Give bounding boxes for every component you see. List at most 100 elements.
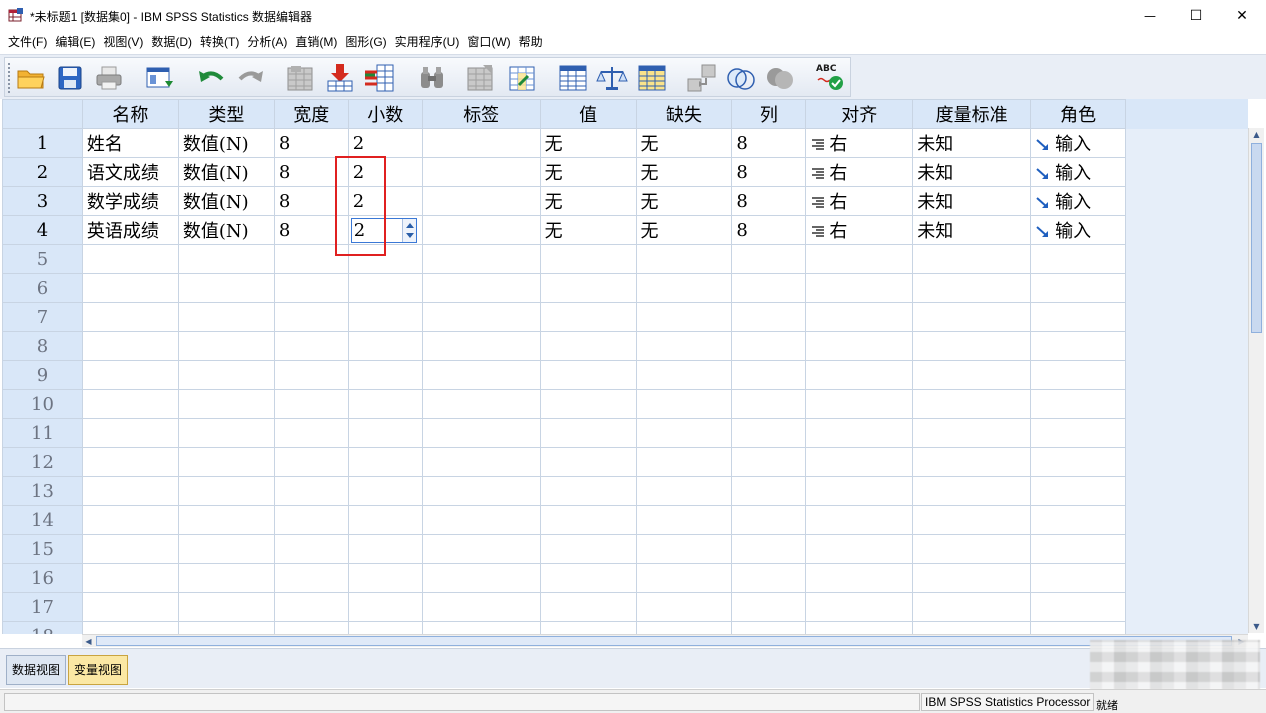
menu-edit[interactable]: 编辑(E) xyxy=(51,31,99,54)
cell-label[interactable] xyxy=(421,186,541,216)
empty-cell[interactable] xyxy=(635,621,733,634)
cell-width[interactable]: 8 xyxy=(273,157,349,187)
empty-cell[interactable] xyxy=(273,476,349,506)
cell-name[interactable]: 姓名 xyxy=(81,128,179,158)
empty-cell[interactable] xyxy=(421,592,541,622)
empty-cell[interactable] xyxy=(805,592,914,622)
empty-cell[interactable] xyxy=(731,418,807,448)
empty-cell[interactable] xyxy=(912,621,1032,634)
cell-label[interactable] xyxy=(421,128,541,158)
cell-measure[interactable]: 未知 xyxy=(912,186,1032,216)
empty-cell[interactable] xyxy=(421,360,541,390)
cell-missing[interactable]: 无 xyxy=(635,157,733,187)
empty-cell[interactable] xyxy=(539,476,637,506)
empty-cell[interactable] xyxy=(421,563,541,593)
split-file-button[interactable] xyxy=(556,62,590,94)
row-number[interactable]: 17 xyxy=(2,592,83,622)
empty-cell[interactable] xyxy=(177,244,275,274)
empty-cell[interactable] xyxy=(912,534,1032,564)
scroll-left-icon[interactable]: ◀ xyxy=(82,635,95,648)
undo-button[interactable] xyxy=(195,62,229,94)
empty-cell[interactable] xyxy=(347,534,423,564)
empty-cell[interactable] xyxy=(347,360,423,390)
empty-cell[interactable] xyxy=(177,273,275,303)
cell-decimals[interactable]: 2 xyxy=(347,215,423,245)
empty-cell[interactable] xyxy=(177,331,275,361)
menu-window[interactable]: 窗口(W) xyxy=(463,31,514,54)
spin-down-icon[interactable] xyxy=(404,231,416,241)
row-number[interactable]: 16 xyxy=(2,563,83,593)
empty-cell[interactable] xyxy=(177,389,275,419)
minimize-button[interactable]: — xyxy=(1127,0,1173,31)
cell-name[interactable]: 语文成绩 xyxy=(81,157,179,187)
empty-cell[interactable] xyxy=(81,418,179,448)
close-button[interactable]: ✕ xyxy=(1219,0,1265,31)
empty-cell[interactable] xyxy=(1030,563,1127,593)
row-number[interactable]: 3 xyxy=(2,186,83,216)
empty-cell[interactable] xyxy=(635,592,733,622)
cell-width[interactable]: 8 xyxy=(273,128,349,158)
empty-cell[interactable] xyxy=(912,244,1032,274)
empty-cell[interactable] xyxy=(539,505,637,535)
cell-measure[interactable]: 未知 xyxy=(912,157,1032,187)
empty-cell[interactable] xyxy=(1030,505,1127,535)
empty-cell[interactable] xyxy=(273,563,349,593)
empty-cell[interactable] xyxy=(347,273,423,303)
maximize-button[interactable]: ☐ xyxy=(1173,0,1219,31)
empty-cell[interactable] xyxy=(347,447,423,477)
empty-cell[interactable] xyxy=(912,592,1032,622)
empty-cell[interactable] xyxy=(177,476,275,506)
empty-cell[interactable] xyxy=(731,476,807,506)
empty-cell[interactable] xyxy=(731,534,807,564)
cell-columns[interactable]: 8 xyxy=(731,128,807,158)
spell-check-button[interactable]: ABC xyxy=(813,62,847,94)
save-button[interactable] xyxy=(53,62,87,94)
empty-cell[interactable] xyxy=(731,389,807,419)
empty-cell[interactable] xyxy=(635,534,733,564)
empty-cell[interactable] xyxy=(347,418,423,448)
empty-cell[interactable] xyxy=(635,418,733,448)
header-values[interactable]: 值 xyxy=(539,99,637,129)
empty-cell[interactable] xyxy=(1030,389,1127,419)
empty-cell[interactable] xyxy=(912,302,1032,332)
row-number[interactable]: 2 xyxy=(2,157,83,187)
scroll-up-icon[interactable]: ▲ xyxy=(1250,128,1263,141)
empty-cell[interactable] xyxy=(731,302,807,332)
empty-cell[interactable] xyxy=(1030,360,1127,390)
cell-role[interactable]: 输入 xyxy=(1030,128,1127,158)
empty-cell[interactable] xyxy=(805,331,914,361)
empty-cell[interactable] xyxy=(421,476,541,506)
empty-cell[interactable] xyxy=(539,389,637,419)
empty-cell[interactable] xyxy=(1030,447,1127,477)
empty-cell[interactable] xyxy=(273,331,349,361)
empty-cell[interactable] xyxy=(347,476,423,506)
empty-cell[interactable] xyxy=(635,505,733,535)
empty-cell[interactable] xyxy=(347,302,423,332)
empty-cell[interactable] xyxy=(635,360,733,390)
empty-cell[interactable] xyxy=(273,244,349,274)
dialog-recall-button[interactable] xyxy=(143,62,177,94)
empty-cell[interactable] xyxy=(81,505,179,535)
empty-cell[interactable] xyxy=(1030,592,1127,622)
cell-values[interactable]: 无 xyxy=(539,215,637,245)
empty-cell[interactable] xyxy=(347,563,423,593)
cell-align[interactable]: 右 xyxy=(805,128,914,158)
empty-cell[interactable] xyxy=(539,592,637,622)
cell-align[interactable]: 右 xyxy=(805,157,914,187)
empty-cell[interactable] xyxy=(731,563,807,593)
empty-cell[interactable] xyxy=(805,621,914,634)
empty-cell[interactable] xyxy=(1030,418,1127,448)
empty-cell[interactable] xyxy=(539,447,637,477)
cell-values[interactable]: 无 xyxy=(539,128,637,158)
empty-cell[interactable] xyxy=(805,534,914,564)
empty-cell[interactable] xyxy=(912,273,1032,303)
cell-decimals[interactable]: 2 xyxy=(347,186,423,216)
row-number[interactable]: 6 xyxy=(2,273,83,303)
empty-cell[interactable] xyxy=(731,360,807,390)
menu-help[interactable]: 帮助 xyxy=(515,31,547,54)
empty-cell[interactable] xyxy=(421,302,541,332)
empty-cell[interactable] xyxy=(731,621,807,634)
cell-type[interactable]: 数值(N) xyxy=(177,215,275,245)
menu-direct-marketing[interactable]: 直销(M) xyxy=(291,31,341,54)
row-number[interactable]: 15 xyxy=(2,534,83,564)
